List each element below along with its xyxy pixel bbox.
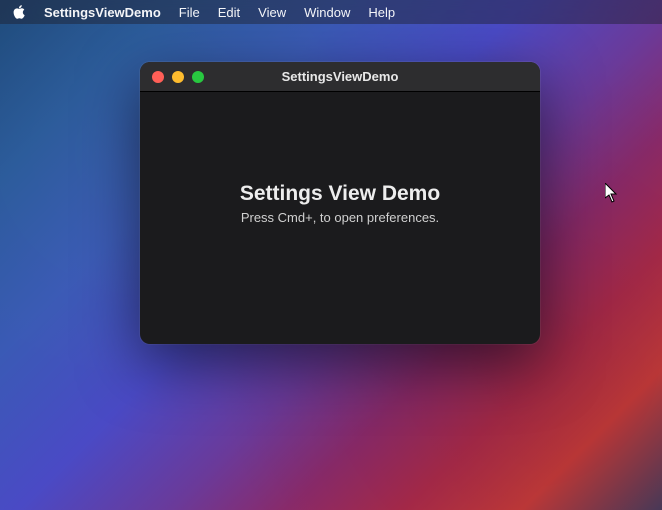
apple-menu-icon[interactable] [12, 5, 26, 19]
close-button[interactable] [152, 71, 164, 83]
content-heading: Settings View Demo [240, 182, 440, 206]
menubar-item-file[interactable]: File [179, 5, 200, 20]
menubar: SettingsViewDemo File Edit View Window H… [0, 0, 662, 24]
menubar-item-help[interactable]: Help [368, 5, 395, 20]
menubar-item-view[interactable]: View [258, 5, 286, 20]
menubar-item-edit[interactable]: Edit [218, 5, 240, 20]
content-subheading: Press Cmd+, to open preferences. [241, 210, 439, 225]
window-titlebar[interactable]: SettingsViewDemo [140, 62, 540, 92]
cursor-icon [605, 183, 619, 203]
app-window: SettingsViewDemo Settings View Demo Pres… [140, 62, 540, 344]
window-content: Settings View Demo Press Cmd+, to open p… [140, 92, 540, 344]
menubar-item-window[interactable]: Window [304, 5, 350, 20]
traffic-lights [152, 71, 204, 83]
minimize-button[interactable] [172, 71, 184, 83]
menubar-app-name[interactable]: SettingsViewDemo [44, 5, 161, 20]
maximize-button[interactable] [192, 71, 204, 83]
